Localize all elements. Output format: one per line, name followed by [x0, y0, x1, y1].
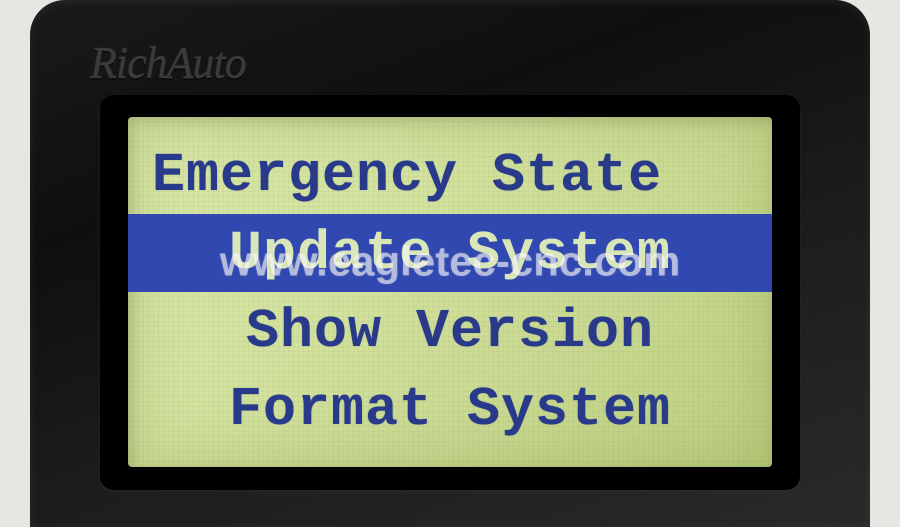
- device-body: RichAuto Emergency State Update System S…: [30, 0, 870, 527]
- screen-bezel: Emergency State Update System Show Versi…: [100, 95, 800, 490]
- brand-label: RichAuto: [90, 38, 246, 89]
- menu-item-emergency-state[interactable]: Emergency State: [152, 136, 748, 214]
- lcd-screen: Emergency State Update System Show Versi…: [128, 117, 772, 467]
- menu-item-update-system[interactable]: Update System: [128, 214, 772, 292]
- menu-item-format-system[interactable]: Format System: [152, 370, 748, 448]
- menu-item-show-version[interactable]: Show Version: [152, 292, 748, 370]
